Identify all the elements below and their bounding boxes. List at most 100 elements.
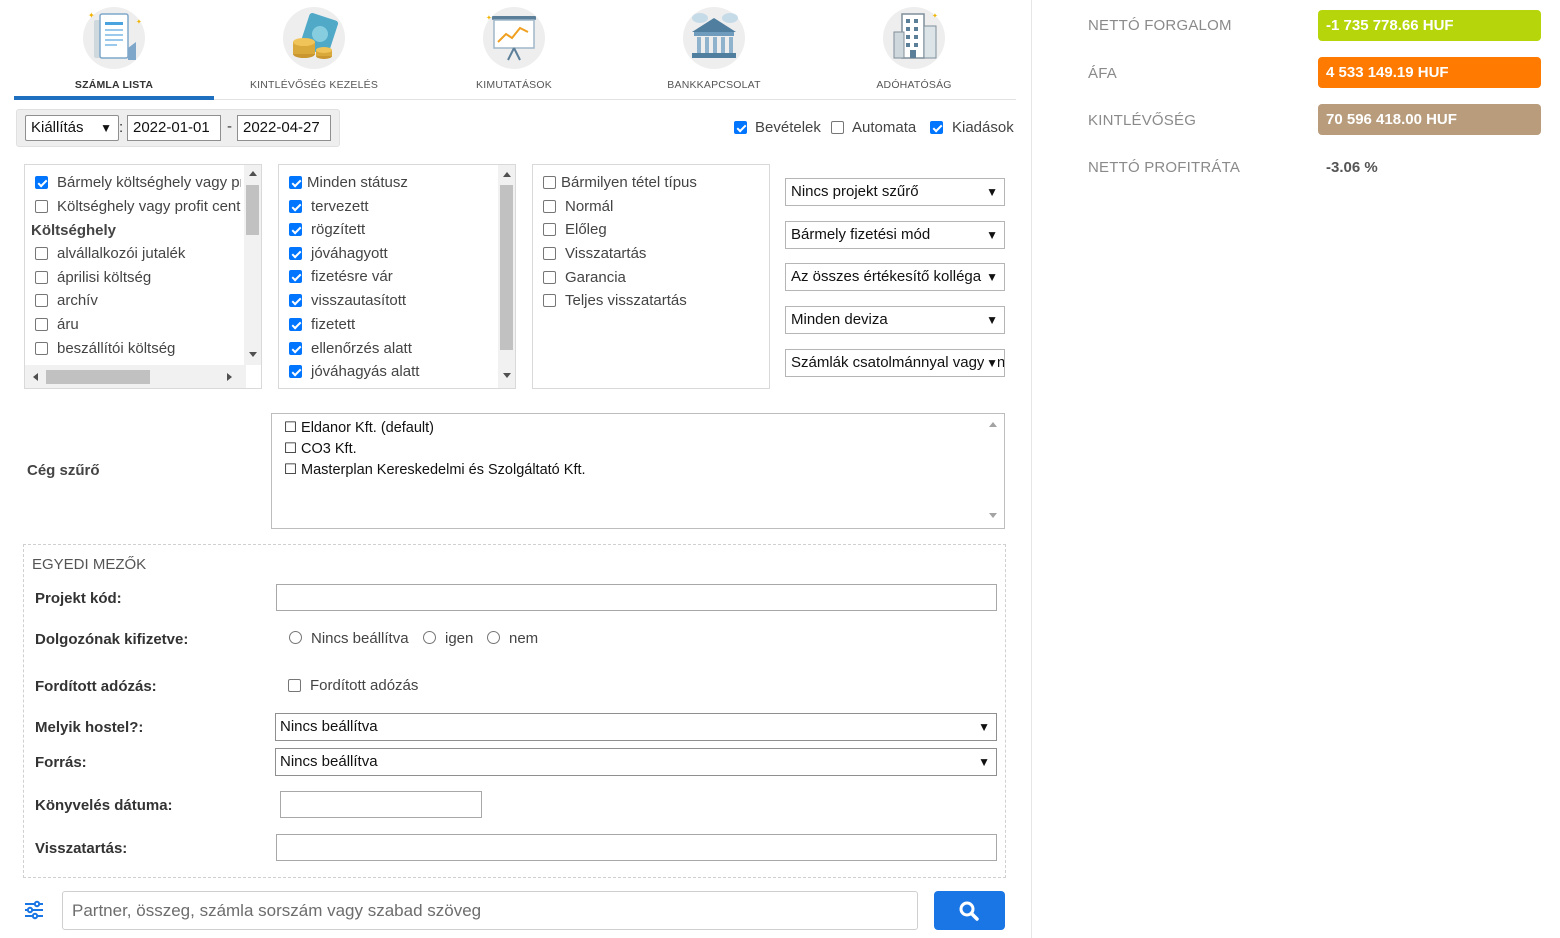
cost-center-list[interactable]: Bármely költséghely vagy profit center K… xyxy=(24,164,262,389)
chevron-down-icon: ▼ xyxy=(978,755,990,769)
projekt-kod-label: Projekt kód: xyxy=(35,590,122,607)
date-type-value: Kiállítás xyxy=(31,119,84,136)
project-filter-select[interactable]: Nincs projekt szűrő ▼ xyxy=(785,178,1005,206)
netto-forgalom-label: NETTÓ FORGALOM xyxy=(1088,17,1232,34)
svg-text:✦: ✦ xyxy=(932,12,938,20)
active-tab-indicator xyxy=(14,96,214,100)
afa-label: ÁFA xyxy=(1088,65,1117,82)
status-list[interactable]: Minden státusz tervezett rögzített jóváh… xyxy=(278,164,516,389)
afa-value: 4 533 149.19 HUF xyxy=(1318,57,1541,88)
date-colon: : xyxy=(119,119,124,136)
kintlevoseg-value: 70 596 418.00 HUF xyxy=(1318,104,1541,135)
search-button[interactable] xyxy=(934,891,1005,930)
tab-label: ADÓHATÓSÁG xyxy=(876,79,952,91)
automata-label: Automata xyxy=(852,119,917,136)
search-input[interactable]: Partner, összeg, számla sorszám vagy sza… xyxy=(62,891,918,930)
visszatartas-input[interactable] xyxy=(276,834,997,861)
forditott-adozas-checkbox-label: Fordított adózás xyxy=(310,677,419,694)
invoice-list-icon: ✦ ✦ xyxy=(83,7,145,69)
date-to-input[interactable]: 2022-04-27 xyxy=(237,115,331,141)
forditott-adozas-checkbox[interactable] xyxy=(288,679,301,692)
kiadasok-checkbox[interactable] xyxy=(930,121,943,134)
vertical-scrollbar[interactable] xyxy=(244,165,261,365)
currency-select[interactable]: Minden deviza ▼ xyxy=(785,306,1005,334)
scroll-up-icon xyxy=(248,171,257,176)
payment-method-select[interactable]: Bármely fizetési mód ▼ xyxy=(785,221,1005,249)
scroll-down-icon xyxy=(502,373,511,378)
netto-profitrata-label: NETTÓ PROFITRÁTA xyxy=(1088,159,1241,176)
list-item[interactable]: ☐ CO3 Kft. xyxy=(284,441,357,457)
scroll-left-icon xyxy=(33,373,38,381)
tab-bankkapcsolat[interactable]: BANKKAPCSOLAT xyxy=(614,0,814,100)
list-item[interactable]: Bármely költséghely vagy profit center xyxy=(25,172,241,196)
list-item[interactable]: ☐ Masterplan Kereskedelmi és Szolgáltató… xyxy=(284,462,586,478)
horizontal-scrollbar[interactable] xyxy=(25,365,246,388)
kintlevoseg-label: KINTLÉVŐSÉG xyxy=(1088,112,1197,129)
melyik-hostel-label: Melyik hostel?: xyxy=(35,719,144,736)
projekt-kod-input[interactable] xyxy=(276,584,997,611)
tab-label: BANKKAPCSOLAT xyxy=(667,79,761,91)
sales-colleague-select[interactable]: Az összes értékesítő kolléga ▼ xyxy=(785,263,1005,291)
filter-settings-icon[interactable] xyxy=(23,900,45,920)
dolgozonak-kifizetve-label: Dolgozónak kifizetve: xyxy=(35,631,189,648)
date-from-input[interactable]: 2022-01-01 xyxy=(127,115,221,141)
automata-checkbox[interactable] xyxy=(831,121,844,134)
forras-label: Forrás: xyxy=(35,754,87,771)
bank-building-icon xyxy=(683,7,745,69)
bevetelek-label: Bevételek xyxy=(755,119,821,136)
svg-text:✦: ✦ xyxy=(88,11,95,20)
panel-divider xyxy=(1031,0,1032,938)
vertical-scrollbar[interactable] xyxy=(498,165,515,388)
company-filter-list[interactable]: ☐ Eldanor Kft. (default) ☐ CO3 Kft. ☐ Ma… xyxy=(271,413,1005,529)
svg-text:✦: ✦ xyxy=(136,18,142,26)
igen-radio[interactable] xyxy=(423,631,436,644)
scroll-up-icon[interactable] xyxy=(989,422,997,427)
nem-label: nem xyxy=(509,630,539,647)
tab-adohatosag[interactable]: ✦ ADÓHATÓSÁG xyxy=(814,0,1014,100)
attachment-select[interactable]: Számlák csatolmánnyal vagy anélkül▼ xyxy=(785,349,1005,377)
scroll-up-icon xyxy=(502,172,511,177)
svg-text:✦: ✦ xyxy=(486,14,492,22)
chevron-down-icon: ▼ xyxy=(984,350,998,376)
tab-label: KINTLÉVŐSÉG KEZELÉS xyxy=(249,79,379,91)
date-range-dash: - xyxy=(227,118,232,135)
receivables-coins-icon xyxy=(283,7,345,69)
list-item[interactable]: ☐ Eldanor Kft. (default) xyxy=(284,420,434,436)
company-filter-label: Cég szűrő xyxy=(27,462,100,479)
visszatartas-label: Visszatartás: xyxy=(35,840,128,857)
report-chart-icon: ✦ xyxy=(483,7,545,69)
scroll-right-icon xyxy=(227,373,232,381)
kiadasok-label: Kiadások xyxy=(952,119,1014,136)
tax-office-building-icon: ✦ xyxy=(883,7,945,69)
chevron-down-icon: ▼ xyxy=(984,179,998,205)
custom-fields-legend: EGYEDI MEZŐK xyxy=(32,556,147,573)
igen-label: igen xyxy=(445,630,474,647)
tab-label: SZÁMLA LISTA xyxy=(74,79,154,91)
tab-kintlevoseg-kezeles[interactable]: KINTLÉVŐSÉG KEZELÉS xyxy=(214,0,414,100)
tab-label: KIMUTATÁSOK xyxy=(476,79,552,91)
date-type-select[interactable]: Kiállítás ▼ xyxy=(25,115,119,141)
tab-szamla-lista[interactable]: ✦ ✦ SZÁMLA LISTA xyxy=(14,0,214,100)
nincs-beallitva-label: Nincs beállítva xyxy=(311,630,409,647)
netto-forgalom-value: -1 735 778.66 HUF xyxy=(1318,10,1541,41)
nincs-beallitva-radio[interactable] xyxy=(289,631,302,644)
scroll-down-icon[interactable] xyxy=(989,513,997,518)
chevron-down-icon: ▼ xyxy=(984,307,998,333)
chevron-down-icon: ▼ xyxy=(100,121,112,135)
netto-profitrata-value: -3.06 % xyxy=(1326,159,1378,176)
scroll-down-icon xyxy=(248,352,257,357)
forditott-adozas-label: Fordított adózás: xyxy=(35,678,157,695)
konyveles-datuma-label: Könyvelés dátuma: xyxy=(35,797,173,814)
list-item[interactable]: Költséghely vagy profit center nélkül xyxy=(25,196,241,220)
bevetelek-checkbox[interactable] xyxy=(734,121,747,134)
melyik-hostel-select[interactable]: Nincs beállítva ▼ xyxy=(275,713,997,741)
item-type-list[interactable]: Bármilyen tétel típus Normál Előleg Viss… xyxy=(532,164,770,389)
chevron-down-icon: ▼ xyxy=(984,264,998,290)
konyveles-datuma-input[interactable] xyxy=(280,791,482,818)
tab-kimutatasok[interactable]: ✦ KIMUTATÁSOK xyxy=(414,0,614,100)
nem-radio[interactable] xyxy=(487,631,500,644)
forras-select[interactable]: Nincs beállítva ▼ xyxy=(275,748,997,776)
chevron-down-icon: ▼ xyxy=(978,720,990,734)
search-icon xyxy=(959,901,979,921)
chevron-down-icon: ▼ xyxy=(984,222,998,248)
